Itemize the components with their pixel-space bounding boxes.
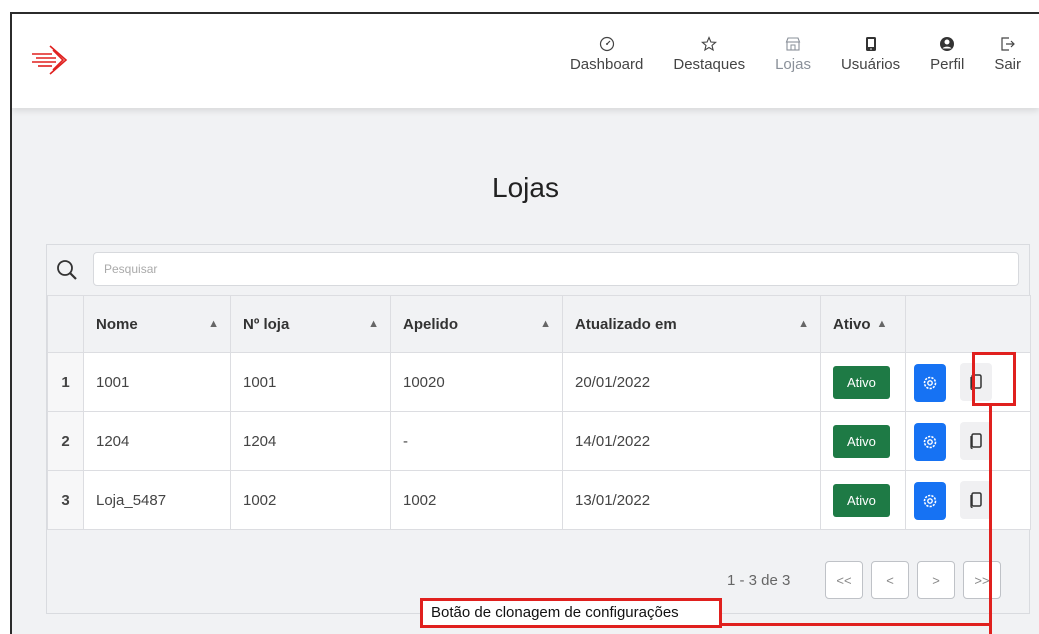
search-input[interactable] — [93, 252, 1019, 286]
logo-arrow-icon[interactable] — [30, 40, 74, 80]
ativo-button[interactable]: Ativo — [833, 483, 890, 517]
stores-table: Nome ▲︎ Nº loja ▲︎ Apelido ▲︎ Atualizado em… — [47, 295, 1031, 530]
cell-actions — [905, 411, 1031, 471]
row-index: 1 — [47, 352, 84, 412]
table-row: 3 Loja_5487 1002 1002 13/01/2022 Ativo — [47, 470, 1031, 530]
first-page-button[interactable]: << — [825, 561, 863, 599]
user-circle-icon — [939, 32, 955, 56]
nav-destaques[interactable]: Destaques — [673, 32, 745, 73]
prev-page-button[interactable]: < — [871, 561, 909, 599]
main-nav: Dashboard Destaques Lojas Usuários Perfi… — [570, 32, 1021, 73]
cell-apelido: 1002 — [390, 470, 563, 530]
star-icon — [701, 32, 718, 56]
settings-button[interactable] — [914, 363, 946, 402]
cell-nome: 1001 — [83, 352, 231, 412]
header-atualizado-label: Atualizado em — [575, 315, 677, 333]
table-header-row: Nome ▲︎ Nº loja ▲︎ Apelido ▲︎ Atualizado em… — [47, 295, 1031, 353]
cell-nome: Loja_5487 — [83, 470, 231, 530]
cell-actions — [905, 470, 1031, 530]
clone-button[interactable] — [960, 480, 992, 519]
nav-perfil-label: Perfil — [930, 56, 965, 73]
gear-icon — [923, 376, 937, 389]
nav-lojas[interactable]: Lojas — [775, 32, 811, 73]
copy-icon — [970, 491, 982, 508]
header-nome-label: Nome — [96, 315, 138, 333]
clone-button-highlight — [972, 352, 1016, 406]
last-page-button[interactable]: >> — [963, 561, 1001, 599]
cell-ativo: Ativo — [820, 470, 906, 530]
row-index: 2 — [47, 411, 84, 471]
header-nome[interactable]: Nome ▲︎ — [83, 295, 231, 353]
cell-apelido: - — [390, 411, 563, 471]
header-index — [47, 295, 84, 353]
nav-dashboard-label: Dashboard — [569, 56, 644, 73]
cell-atualizado: 13/01/2022 — [562, 470, 821, 530]
top-navbar: Dashboard Destaques Lojas Usuários Perfi… — [12, 14, 1039, 108]
cell-numero: 1002 — [230, 470, 391, 530]
table-row: 1 1001 1001 10020 20/01/2022 Ativo — [47, 352, 1031, 412]
ativo-button[interactable]: Ativo — [833, 365, 890, 399]
cell-apelido: 10020 — [390, 352, 563, 412]
nav-sair-label: Sair — [994, 56, 1021, 73]
cell-atualizado: 20/01/2022 — [562, 352, 821, 412]
gear-icon — [923, 494, 937, 507]
gear-icon — [923, 435, 937, 448]
cell-nome: 1204 — [83, 411, 231, 471]
nav-usuarios-label: Usuários — [840, 56, 901, 73]
header-atualizado[interactable]: Atualizado em ▲︎ — [562, 295, 821, 353]
cell-ativo: Ativo — [820, 352, 906, 412]
sort-icon[interactable]: ▲︎ — [540, 318, 551, 330]
row-index: 3 — [47, 470, 84, 530]
sort-icon[interactable]: ▲︎ — [877, 318, 888, 330]
sort-icon[interactable]: ▲︎ — [798, 318, 809, 330]
cell-atualizado: 14/01/2022 — [562, 411, 821, 471]
nav-sair[interactable]: Sair — [994, 32, 1021, 73]
nav-perfil[interactable]: Perfil — [930, 32, 964, 73]
annotation-connector-horizontal — [721, 623, 992, 626]
ativo-button[interactable]: Ativo — [833, 424, 890, 458]
store-icon — [785, 32, 801, 56]
header-apelido[interactable]: Apelido ▲︎ — [390, 295, 563, 353]
app-frame: Dashboard Destaques Lojas Usuários Perfi… — [10, 12, 1039, 634]
cell-numero: 1204 — [230, 411, 391, 471]
pagination-info: 1 - 3 de 3 — [727, 572, 791, 589]
cell-ativo: Ativo — [820, 411, 906, 471]
sort-icon[interactable]: ▲︎ — [368, 318, 379, 330]
settings-button[interactable] — [914, 422, 946, 461]
next-page-button[interactable]: > — [917, 561, 955, 599]
stores-card: Nome ▲︎ Nº loja ▲︎ Apelido ▲︎ Atualizado em… — [46, 244, 1031, 614]
header-numero[interactable]: Nº loja ▲︎ — [230, 295, 391, 353]
gauge-icon — [599, 32, 615, 56]
search-icon — [57, 260, 77, 280]
cell-numero: 1001 — [230, 352, 391, 412]
nav-usuarios[interactable]: Usuários — [841, 32, 900, 73]
header-numero-label: Nº loja — [243, 315, 290, 333]
phone-icon — [864, 32, 878, 56]
clone-button[interactable] — [960, 421, 992, 460]
header-apelido-label: Apelido — [403, 315, 458, 333]
nav-lojas-label: Lojas — [775, 56, 811, 73]
table-row: 2 1204 1204 - 14/01/2022 Ativo — [47, 411, 1031, 471]
nav-dashboard[interactable]: Dashboard — [570, 32, 643, 73]
sort-icon[interactable]: ▲︎ — [208, 318, 219, 330]
header-ativo[interactable]: Ativo ▲︎ — [820, 295, 906, 353]
nav-destaques-label: Destaques — [673, 56, 746, 73]
pagination: << < > >> — [825, 561, 1001, 599]
settings-button[interactable] — [914, 481, 946, 520]
header-actions — [905, 295, 1031, 353]
logout-icon — [1000, 32, 1016, 56]
search-row — [47, 245, 1029, 295]
header-ativo-label: Ativo — [833, 315, 871, 333]
annotation-connector-vertical — [989, 404, 992, 634]
copy-icon — [970, 432, 982, 449]
page-title: Lojas — [492, 172, 559, 203]
annotation-callout: Botão de clonagem de configurações — [420, 598, 722, 628]
